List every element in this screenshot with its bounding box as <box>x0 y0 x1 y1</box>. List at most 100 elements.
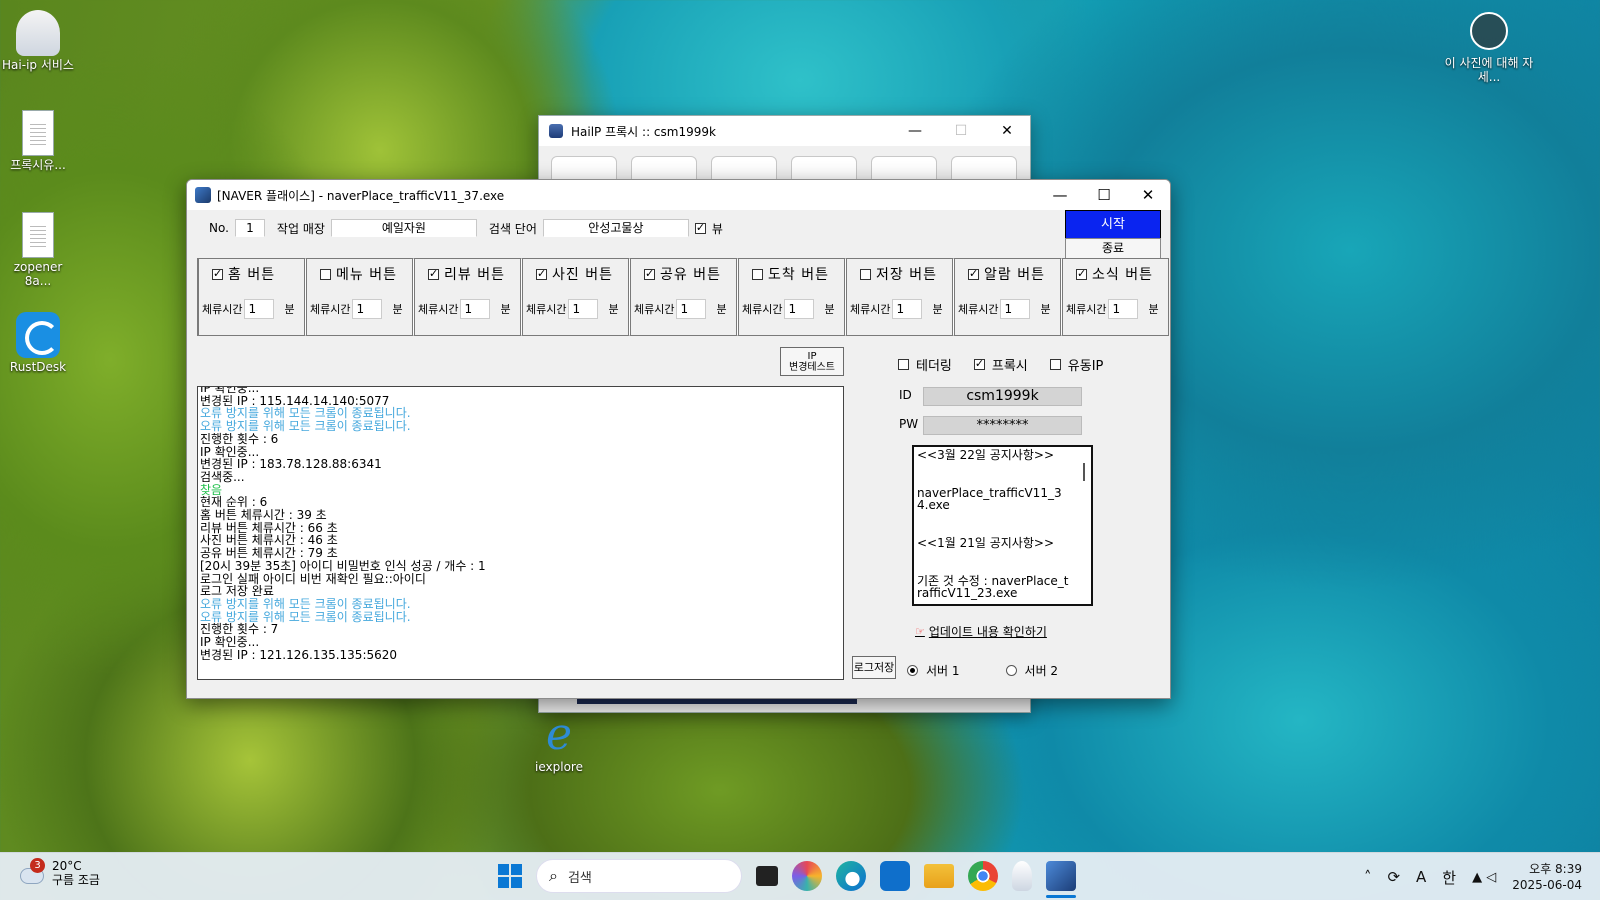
time: 오후 8:39 <box>1529 862 1582 876</box>
group-label: 메뉴 버튼 <box>336 267 397 283</box>
taskbar-search[interactable]: ⌕ 검색 <box>536 859 742 893</box>
edge-icon[interactable] <box>836 861 866 891</box>
ip-change-test-button[interactable]: IP 변경테스트 <box>780 347 844 376</box>
stay-time-input[interactable]: 1 <box>352 299 383 319</box>
minimize-button[interactable]: — <box>1038 186 1082 204</box>
server-1-radio[interactable] <box>907 665 918 676</box>
group-checkbox[interactable] <box>428 267 439 280</box>
log-line: 오류 방지를 위해 모든 크롬이 종료됩니다. <box>200 609 411 624</box>
title-bar[interactable]: HailP 프록시 :: csm1999k — ☐ ✕ <box>539 116 1030 146</box>
server-2-radio[interactable] <box>1005 665 1017 676</box>
pw-field[interactable]: ******** <box>923 416 1082 435</box>
naver-place-app-icon[interactable] <box>1046 861 1076 898</box>
keyword-input[interactable]: 안성고물상 <box>542 219 689 237</box>
minimize-button[interactable]: — <box>892 123 938 139</box>
desktop-icon-photo-info[interactable]: 이 사진에 대해 자세... <box>1444 12 1534 84</box>
stay-time-input[interactable]: 1 <box>676 299 707 319</box>
copilot-icon[interactable] <box>792 861 822 891</box>
log-line: 변경된 IP : 183.78.128.88:6341 <box>200 457 382 472</box>
desktop-icon-iexplore[interactable]: e iexplore <box>521 712 597 775</box>
store-input[interactable]: 예일자원 <box>330 219 477 237</box>
ime-indicator[interactable]: 한 <box>1442 867 1456 888</box>
stay-label: 체류시간 <box>526 303 567 316</box>
desktop-icon-label: 프록시유... <box>10 158 66 172</box>
sync-icon[interactable]: ⟳ <box>1387 868 1400 886</box>
outlook-icon[interactable] <box>880 861 910 891</box>
close-button[interactable]: ✕ <box>984 123 1030 139</box>
store-label: 작업 매장 <box>276 221 325 236</box>
maximize-button[interactable]: ☐ <box>938 123 984 139</box>
chrome-icon[interactable] <box>968 861 998 891</box>
log-save-button[interactable]: 로그저장 <box>852 656 896 679</box>
windows-start-icon[interactable] <box>498 864 522 888</box>
system-tray: ˄ ⟳ A 한 ▲ ◁ 오후 8:39 2025-06-04 <box>1364 853 1600 900</box>
stay-time-input[interactable]: 1 <box>784 299 815 319</box>
close-button[interactable]: ✕ <box>1126 186 1170 204</box>
scrollbar-thumb[interactable] <box>1083 463 1085 481</box>
stop-button[interactable]: 종료 <box>1065 238 1161 259</box>
update-link[interactable]: ☞ 업데이트 내용 확인하기 <box>915 623 1047 640</box>
group-label: 도착 버튼 <box>768 267 829 283</box>
option-proxy[interactable]: 프록시 <box>973 355 1028 374</box>
desktop-icon-zopener[interactable]: zopener 8a... <box>0 212 76 288</box>
stay-label: 체류시간 <box>1066 303 1107 316</box>
proxy-checkbox[interactable] <box>973 357 985 370</box>
hailp-app-icon[interactable] <box>1012 861 1032 891</box>
group-review: 리뷰 버튼 체류시간1분 <box>413 258 521 336</box>
stay-time-input[interactable]: 1 <box>244 299 275 319</box>
option-tethering[interactable]: 테더링 <box>898 355 952 374</box>
desktop-icon-haiip[interactable]: Hai-ip 서비스 <box>0 10 76 72</box>
notice-line: <<1월 21일 공지사항>> <box>917 536 1054 550</box>
title-bar[interactable]: [NAVER 플래이스] - naverPlace_trafficV11_37.… <box>187 180 1170 210</box>
group-checkbox[interactable] <box>212 267 223 280</box>
group-checkbox[interactable] <box>320 268 331 280</box>
camera-info-icon <box>1470 12 1508 50</box>
notice-box[interactable]: <<3월 22일 공지사항>> naverPlace_trafficV11_34… <box>912 445 1093 606</box>
cloud-icon: 3 <box>18 858 45 884</box>
stay-time-input[interactable]: 1 <box>1108 299 1139 319</box>
log-line: IP 확인중... <box>200 635 260 650</box>
stay-time-input[interactable]: 1 <box>460 299 491 319</box>
id-field[interactable]: csm1999k <box>923 387 1082 406</box>
group-checkbox[interactable] <box>860 268 871 280</box>
group-checkbox[interactable] <box>1076 267 1087 280</box>
maximize-button[interactable]: ☐ <box>1082 186 1126 204</box>
desktop-icon-label: zopener 8a... <box>13 260 63 288</box>
server-2-option[interactable]: 서버 2 <box>1005 662 1058 679</box>
wifi-icon[interactable]: ▲ ◁ <box>1472 870 1496 885</box>
no-input[interactable]: 1 <box>234 219 265 237</box>
taskbar: 3 20°C 구름 조금 ⌕ 검색 ˄ ⟳ A 한 ▲ ◁ 오후 8:39 20… <box>0 852 1600 900</box>
log-output[interactable]: IP 확인중... 변경된 IP : 115.144.14.140:5077 오… <box>197 386 844 680</box>
dynamic-ip-checkbox[interactable] <box>1049 359 1061 370</box>
group-checkbox[interactable] <box>644 267 655 280</box>
stay-time-input[interactable]: 1 <box>568 299 599 319</box>
window-title: [NAVER 플래이스] - naverPlace_trafficV11_37.… <box>217 188 505 203</box>
group-checkbox[interactable] <box>536 267 547 280</box>
group-checkbox[interactable] <box>968 267 979 280</box>
weather-widget[interactable]: 3 20°C 구름 조금 <box>18 858 100 887</box>
tethering-checkbox[interactable] <box>898 359 909 370</box>
group-photo: 사진 버튼 체류시간1분 <box>521 258 629 336</box>
no-label: No. <box>209 221 229 235</box>
stay-time-input[interactable]: 1 <box>892 299 923 319</box>
group-label: 소식 버튼 <box>1092 267 1153 283</box>
option-dynamic-ip[interactable]: 유동IP <box>1049 355 1103 374</box>
group-checkbox[interactable] <box>752 268 763 280</box>
server-1-option[interactable]: 서버 1 <box>907 662 960 679</box>
stay-time-input[interactable]: 1 <box>1000 299 1031 319</box>
clock[interactable]: 오후 8:39 2025-06-04 <box>1512 861 1582 893</box>
language-indicator[interactable]: A <box>1416 868 1426 886</box>
group-news: 소식 버튼 체류시간1분 <box>1061 258 1169 336</box>
desktop-icon-label: 이 사진에 대해 자세... <box>1444 56 1534 84</box>
naver-place-window[interactable]: [NAVER 플래이스] - naverPlace_trafficV11_37.… <box>186 179 1171 699</box>
group-home: 홈 버튼 체류시간1분 <box>197 258 305 336</box>
chevron-up-icon[interactable]: ˄ <box>1364 868 1372 886</box>
notification-badge: 3 <box>30 858 45 873</box>
view-checkbox[interactable] <box>694 221 706 234</box>
desktop-icon-proxy-doc[interactable]: 프록시유... <box>0 110 76 172</box>
server-label: 서버 1 <box>926 664 960 678</box>
start-button[interactable]: 시작 <box>1065 210 1161 239</box>
desktop-icon-rustdesk[interactable]: RustDesk <box>0 312 76 374</box>
file-explorer-icon[interactable] <box>924 864 954 888</box>
task-view-icon[interactable] <box>756 866 778 886</box>
